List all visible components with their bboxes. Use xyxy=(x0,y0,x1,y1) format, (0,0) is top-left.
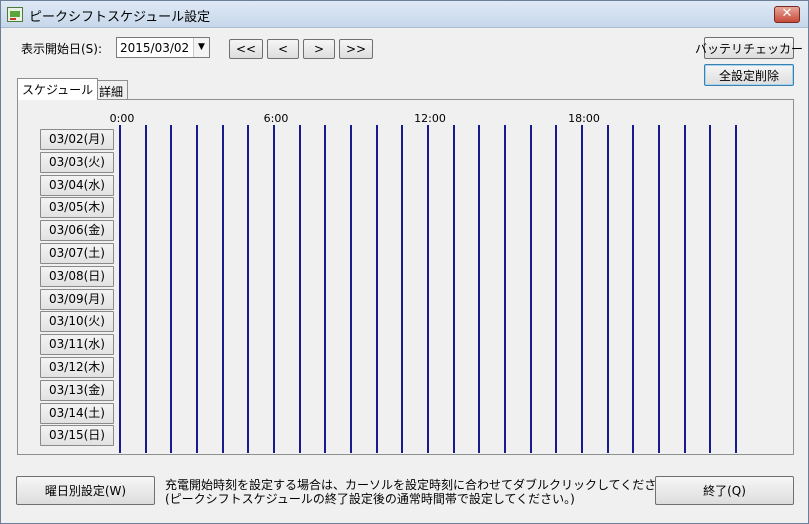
hour-label: 12:00 xyxy=(414,112,446,125)
hour-label: 0:00 xyxy=(109,112,135,125)
tab-details[interactable]: 詳細 xyxy=(94,80,129,100)
day-button[interactable]: 03/04(水) xyxy=(40,174,114,196)
hour-grid-line xyxy=(658,125,660,453)
nav-next-button[interactable]: > xyxy=(303,39,335,59)
hour-grid-line xyxy=(170,125,173,453)
hour-grid-line xyxy=(555,125,558,453)
hour-label: 6:00 xyxy=(263,112,289,125)
day-button[interactable]: 03/09(月) xyxy=(40,288,114,310)
day-button[interactable]: 03/11(水) xyxy=(40,334,114,356)
nav-prev-button[interactable]: < xyxy=(267,39,299,59)
day-button[interactable]: 03/07(土) xyxy=(40,243,114,264)
day-button[interactable]: 03/02(月) xyxy=(40,129,114,150)
hour-grid-line xyxy=(606,125,609,453)
schedule-panel[interactable] xyxy=(17,99,794,455)
start-date-combobox[interactable]: 2015/03/02 ▼ xyxy=(116,37,210,58)
hour-grid-line xyxy=(324,125,327,453)
hour-grid-line xyxy=(632,125,635,453)
day-button[interactable]: 03/06(金) xyxy=(40,220,114,242)
hour-grid-line xyxy=(709,125,712,453)
hour-grid-line xyxy=(247,125,250,453)
hour-grid-line xyxy=(529,125,532,453)
day-button[interactable]: 03/05(木) xyxy=(40,197,114,219)
hour-grid-line xyxy=(298,125,301,453)
nav-last-button[interactable]: >> xyxy=(339,39,373,59)
hour-grid-line xyxy=(221,125,224,453)
close-icon: ✕ xyxy=(781,6,793,21)
hour-grid-line xyxy=(401,125,404,453)
instruction-line-2: (ピークシフトスケジュールの終了設定後の通常時間帯で設定してください。) xyxy=(165,492,575,506)
hour-grid-line xyxy=(683,125,686,453)
hour-grid-line xyxy=(196,125,198,453)
hour-grid-line xyxy=(119,125,121,453)
hour-grid-line xyxy=(427,125,429,453)
battery-checker-button[interactable]: バッテリチェッカー xyxy=(695,37,803,59)
hour-grid-line xyxy=(478,125,481,453)
hour-label: 18:00 xyxy=(568,112,600,125)
hour-grid-line xyxy=(144,125,147,453)
hour-grid-line xyxy=(375,125,378,453)
start-date-value: 2015/03/02 xyxy=(120,41,190,55)
instruction-line-1: 充電開始時刻を設定する場合は、カーソルを設定時刻に合わせてダブルクリックしてくだ… xyxy=(165,478,681,492)
hour-grid-line xyxy=(581,125,583,453)
delete-all-settings-button[interactable]: 全設定削除 xyxy=(704,64,794,86)
day-button[interactable]: 03/13(金) xyxy=(40,379,114,401)
weekday-settings-button[interactable]: 曜日別設定(W) xyxy=(16,476,155,505)
chevron-down-icon[interactable]: ▼ xyxy=(193,38,209,57)
hour-grid-line xyxy=(350,125,352,453)
close-button[interactable]: ✕ xyxy=(774,6,800,23)
tab-schedule[interactable]: スケジュール xyxy=(17,78,99,100)
nav-first-button[interactable]: << xyxy=(229,39,263,59)
hour-grid-line xyxy=(504,125,506,453)
app-battery-icon xyxy=(7,7,23,22)
hour-grid-line xyxy=(452,125,455,453)
start-date-label: 表示開始日(S): xyxy=(21,42,103,56)
exit-button[interactable]: 終了(Q) xyxy=(655,476,794,505)
instruction-text: 充電開始時刻を設定する場合は、カーソルを設定時刻に合わせてダブルクリックしてくだ… xyxy=(165,478,680,506)
day-button[interactable]: 03/12(木) xyxy=(40,357,114,378)
day-button[interactable]: 03/10(火) xyxy=(40,311,114,333)
day-button[interactable]: 03/08(日) xyxy=(40,265,114,287)
hour-grid-line xyxy=(273,125,275,453)
day-button[interactable]: 03/14(土) xyxy=(40,402,114,424)
window-title: ピークシフトスケジュール設定 xyxy=(29,10,211,25)
day-button[interactable]: 03/03(火) xyxy=(40,151,114,173)
title-bar: ピークシフトスケジュール設定 ✕ xyxy=(1,1,808,28)
day-button[interactable]: 03/15(日) xyxy=(40,425,114,447)
peak-shift-window: ピークシフトスケジュール設定 ✕ 表示開始日(S): 2015/03/02 ▼ … xyxy=(0,0,809,524)
hour-grid-line xyxy=(735,125,737,453)
